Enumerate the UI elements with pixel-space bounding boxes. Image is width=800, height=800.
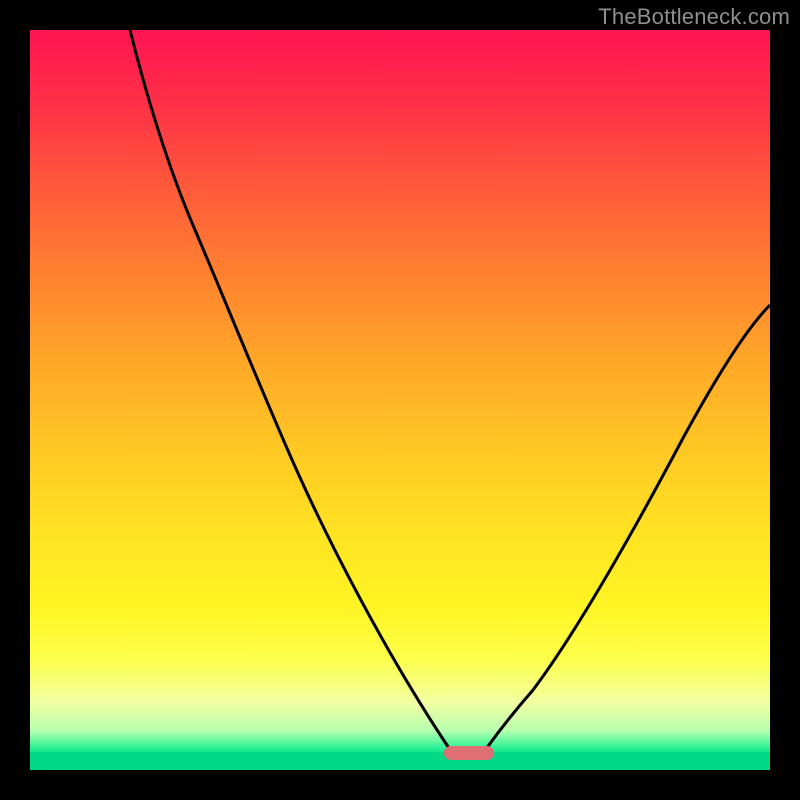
curve-left-branch [130, 30, 456, 757]
plot-area [30, 30, 770, 770]
chart-frame: TheBottleneck.com [0, 0, 800, 800]
curve-right-branch [480, 305, 770, 757]
watermark-text: TheBottleneck.com [598, 4, 790, 30]
optimum-marker [444, 746, 494, 760]
bottleneck-curve [30, 30, 770, 770]
